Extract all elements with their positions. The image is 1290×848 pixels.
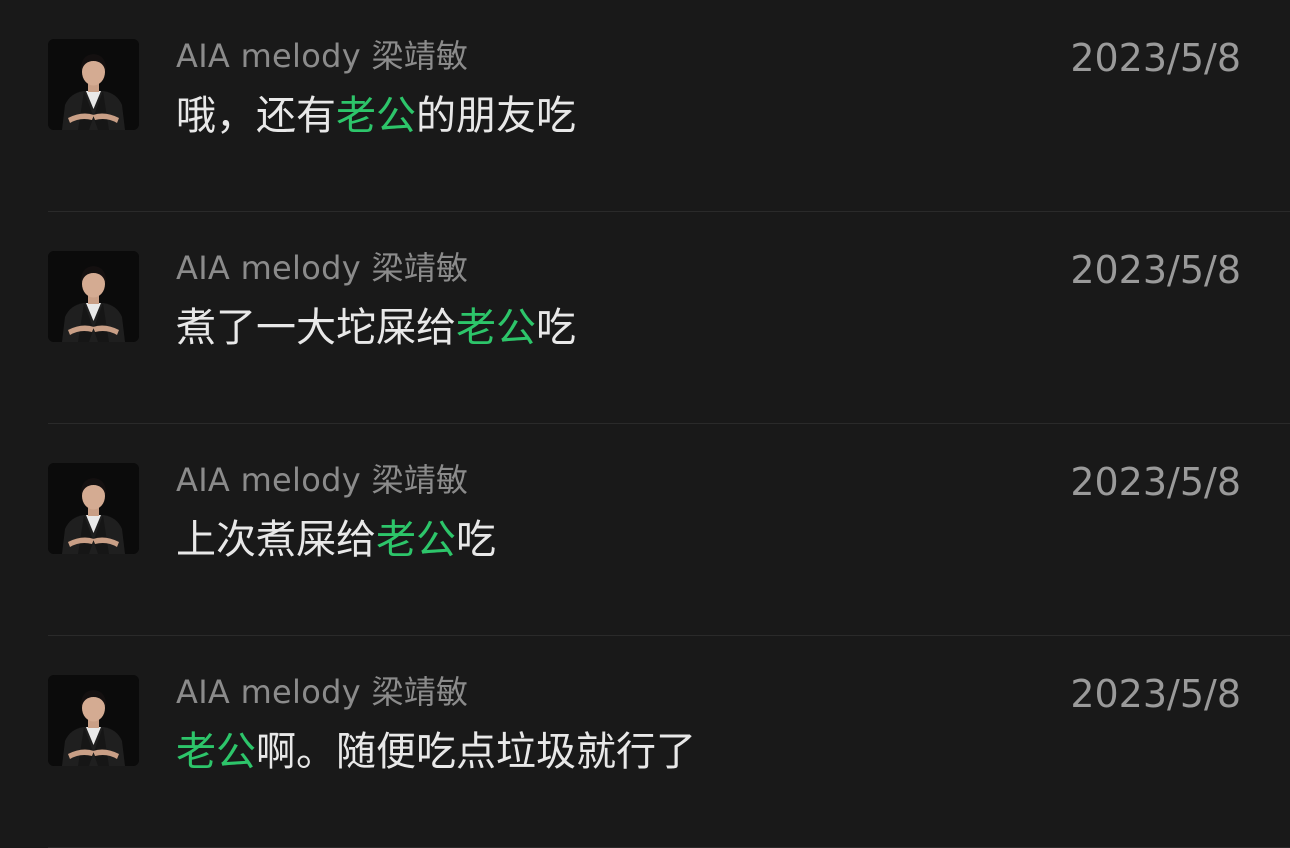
message-text-before: 哦，还有 — [176, 93, 336, 139]
message-text-after: 吃 — [536, 305, 576, 351]
message-text: 老公啊。随便吃点垃圾就行了 — [176, 726, 696, 778]
search-keyword-highlight: 老公 — [376, 517, 456, 563]
message-text: 上次煮屎给老公吃 — [176, 514, 496, 566]
sender-name: AIA melody 梁靖敏 — [176, 673, 469, 711]
search-result-item[interactable]: AIA melody 梁靖敏 2023/5/8 上次煮屎给老公吃 — [0, 424, 1290, 636]
message-text: 哦，还有老公的朋友吃 — [176, 90, 576, 142]
avatar[interactable] — [48, 675, 139, 766]
message-text-before: 煮了一大坨屎给 — [176, 305, 456, 351]
avatar[interactable] — [48, 463, 139, 554]
profile-photo-avatar-icon — [48, 251, 139, 342]
message-text-after: 的朋友吃 — [416, 93, 576, 139]
search-keyword-highlight: 老公 — [176, 729, 256, 775]
message-date: 2023/5/8 — [1070, 460, 1241, 504]
profile-photo-avatar-icon — [48, 39, 139, 130]
search-keyword-highlight: 老公 — [456, 305, 536, 351]
message-date: 2023/5/8 — [1070, 248, 1241, 292]
search-result-item[interactable]: AIA melody 梁靖敏 2023/5/8 哦，还有老公的朋友吃 — [0, 0, 1290, 212]
message-date: 2023/5/8 — [1070, 36, 1241, 80]
search-result-item[interactable]: AIA melody 梁靖敏 2023/5/8 老公啊。随便吃点垃圾就行了 — [0, 636, 1290, 848]
message-text: 煮了一大坨屎给老公吃 — [176, 302, 576, 354]
search-results-list: AIA melody 梁靖敏 2023/5/8 哦，还有老公的朋友吃 AIA m… — [0, 0, 1290, 848]
message-text-after: 啊。随便吃点垃圾就行了 — [256, 729, 696, 775]
sender-name: AIA melody 梁靖敏 — [176, 37, 469, 75]
message-text-after: 吃 — [456, 517, 496, 563]
profile-photo-avatar-icon — [48, 463, 139, 554]
avatar[interactable] — [48, 251, 139, 342]
profile-photo-avatar-icon — [48, 675, 139, 766]
sender-name: AIA melody 梁靖敏 — [176, 249, 469, 287]
search-keyword-highlight: 老公 — [336, 93, 416, 139]
message-date: 2023/5/8 — [1070, 672, 1241, 716]
search-result-item[interactable]: AIA melody 梁靖敏 2023/5/8 煮了一大坨屎给老公吃 — [0, 212, 1290, 424]
avatar[interactable] — [48, 39, 139, 130]
sender-name: AIA melody 梁靖敏 — [176, 461, 469, 499]
message-text-before: 上次煮屎给 — [176, 517, 376, 563]
